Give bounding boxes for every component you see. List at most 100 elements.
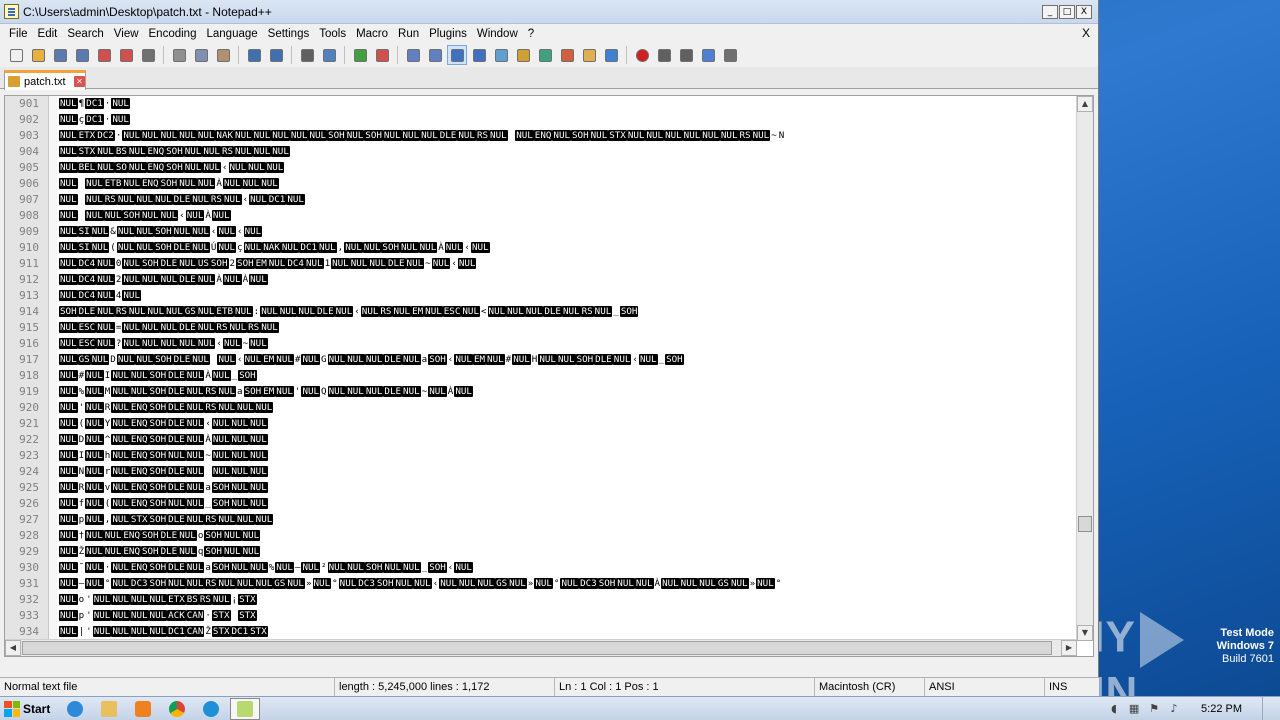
play-macro-icon[interactable] [676, 45, 696, 65]
volume-icon[interactable]: ◖ [1107, 702, 1121, 716]
toolbar-separator [163, 46, 164, 64]
editor-area[interactable]: 901 NUL ¶ DC1 · NUL 902 NUL ç DC1 · NUL 903 NUL ETX DC2… [4, 95, 1094, 657]
monitoring-icon[interactable] [601, 45, 621, 65]
menu-plugins[interactable]: Plugins [424, 28, 472, 40]
control-char-token: NUL [241, 178, 261, 189]
show-all-chars-icon[interactable] [469, 45, 489, 65]
media-player-icon[interactable] [128, 698, 158, 720]
line-content: NUL – NUL ° NUL DC3 SOH NUL NUL RS NUL NUL NUL GS NUL»… [59, 577, 1077, 591]
vertical-scrollbar[interactable]: ▲ ▼ [1076, 96, 1093, 641]
control-char-token: NUL [122, 258, 141, 269]
start-button[interactable]: Start [0, 698, 56, 720]
cut-icon[interactable] [169, 45, 189, 65]
scroll-down-icon[interactable]: ▼ [1077, 625, 1093, 641]
notepadpp-taskbar-icon[interactable] [230, 697, 260, 720]
tab-patch-txt[interactable]: patch.txt ✕ [4, 70, 86, 90]
horizontal-scroll-thumb[interactable] [22, 641, 1052, 655]
menu-encoding[interactable]: Encoding [144, 28, 202, 40]
menu-settings[interactable]: Settings [263, 28, 315, 40]
scroll-left-icon[interactable]: ◀ [5, 640, 21, 656]
menu-macro[interactable]: Macro [351, 28, 393, 40]
control-char-token: NUL [362, 242, 382, 253]
stop-record-icon[interactable] [654, 45, 674, 65]
control-char-token: NUL [428, 386, 447, 397]
menu-tools[interactable]: Tools [314, 28, 351, 40]
status-insert-mode[interactable]: INS [1045, 678, 1099, 697]
replace-icon[interactable] [319, 45, 339, 65]
control-char-token: NUL [249, 338, 268, 349]
run-macro-multiple-icon[interactable] [698, 45, 718, 65]
control-char-token: NUL [401, 130, 421, 141]
copy-icon[interactable] [191, 45, 211, 65]
paste-icon[interactable] [213, 45, 233, 65]
show-desktop-button[interactable] [1262, 697, 1274, 720]
find-icon[interactable] [297, 45, 317, 65]
control-char-token: NUL [196, 322, 216, 333]
undo-icon[interactable] [244, 45, 264, 65]
zoom-in-icon[interactable] [350, 45, 370, 65]
network-icon[interactable]: ▦ [1127, 702, 1141, 716]
text-token: 1 [324, 258, 331, 269]
control-char-token: DLE [167, 482, 186, 493]
record-macro-icon[interactable] [632, 45, 652, 65]
close-all-icon[interactable] [116, 45, 136, 65]
indent-guide-icon[interactable] [491, 45, 511, 65]
menu-search[interactable]: Search [62, 28, 108, 40]
menu-run[interactable]: Run [393, 28, 424, 40]
save-macro-icon[interactable] [720, 45, 740, 65]
line-number: 906 [19, 177, 39, 190]
clock[interactable]: 5:22 PM [1201, 703, 1242, 715]
word-wrap-icon[interactable] [447, 45, 467, 65]
sync-vertical-icon[interactable] [403, 45, 423, 65]
close-button[interactable]: X [1076, 4, 1092, 19]
function-list-icon[interactable] [557, 45, 577, 65]
minimize-button[interactable]: _ [1042, 4, 1058, 19]
save-icon[interactable] [50, 45, 70, 65]
redo-icon[interactable] [266, 45, 286, 65]
menu-edit[interactable]: Edit [33, 28, 63, 40]
save-all-icon[interactable] [72, 45, 92, 65]
menu-window[interactable]: Window [472, 28, 523, 40]
control-char-token: NUL [96, 306, 115, 317]
maximize-button[interactable]: □ [1059, 4, 1075, 19]
text-token: & [110, 226, 116, 237]
print-icon[interactable] [138, 45, 158, 65]
scroll-up-icon[interactable]: ▲ [1077, 96, 1093, 112]
status-eol[interactable]: Macintosh (CR) [815, 678, 925, 697]
open-file-icon[interactable] [28, 45, 48, 65]
menu-help[interactable]: ? [523, 28, 539, 40]
horizontal-scrollbar[interactable]: ◀ ▶ [5, 639, 1077, 656]
control-char-token: RS [204, 578, 218, 589]
zoom-out-icon[interactable] [372, 45, 392, 65]
line-number: 914 [19, 305, 39, 318]
control-char-token: GS [273, 578, 287, 589]
user-language-icon[interactable] [513, 45, 533, 65]
vertical-scroll-thumb[interactable] [1078, 516, 1092, 532]
action-center-flag-icon[interactable]: ⚑ [1147, 702, 1161, 716]
scroll-right-icon[interactable]: ▶ [1061, 640, 1077, 656]
control-char-token: NUL [230, 450, 250, 461]
ie-icon[interactable] [60, 698, 90, 720]
menu-language[interactable]: Language [201, 28, 262, 40]
folder-workspace-icon[interactable] [579, 45, 599, 65]
title-bar[interactable]: C:\Users\admin\Desktop\patch.txt - Notep… [0, 0, 1098, 24]
tab-close-icon[interactable]: ✕ [74, 76, 85, 87]
menu-view[interactable]: View [109, 28, 144, 40]
control-char-token: NUL [59, 178, 78, 189]
chrome-icon[interactable] [162, 698, 192, 720]
control-char-token: NUL [85, 562, 104, 573]
close-icon[interactable] [94, 45, 114, 65]
status-encoding[interactable]: ANSI [925, 678, 1045, 697]
toolbar-separator [344, 46, 345, 64]
text-token: ~ [205, 450, 211, 461]
control-char-token: NUL [178, 530, 197, 541]
control-char-token: NUL [135, 354, 155, 365]
speaker-icon[interactable]: ♪ [1167, 702, 1181, 716]
explorer-icon[interactable] [94, 698, 124, 720]
close-document-button[interactable]: X [1082, 26, 1090, 40]
sync-horizontal-icon[interactable] [425, 45, 445, 65]
edge-icon[interactable] [196, 698, 226, 720]
menu-file[interactable]: File [4, 28, 33, 40]
new-file-icon[interactable] [6, 45, 26, 65]
document-map-icon[interactable] [535, 45, 555, 65]
